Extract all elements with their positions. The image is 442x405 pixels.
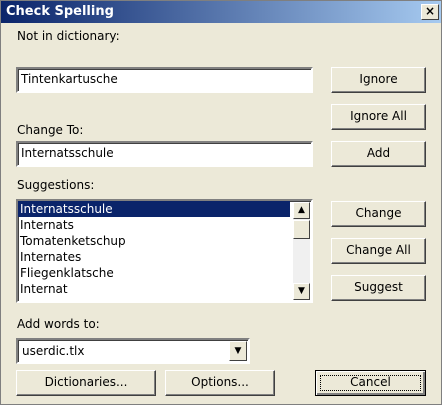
check-spelling-dialog: Check Spelling × Not in dictionary: Tint… (0, 0, 442, 405)
focus-rectangle (320, 375, 421, 391)
change-all-button[interactable]: Change All (331, 238, 426, 264)
dictionary-file-value: userdic.tlx (22, 344, 85, 358)
suggestion-item[interactable]: Internat (18, 281, 290, 297)
suggestion-item[interactable]: Internates (18, 249, 290, 265)
suggestion-item[interactable]: Internatsschule (18, 201, 290, 217)
suggestions-list[interactable]: Internatsschule Internats Tomatenketschu… (16, 199, 313, 303)
suggest-button[interactable]: Suggest (331, 275, 426, 301)
change-to-label: Change To: (17, 123, 84, 137)
add-words-to-dropdown[interactable]: userdic.tlx ▼ (16, 338, 250, 364)
add-words-to-label: Add words to: (17, 317, 100, 331)
dictionaries-button[interactable]: Dictionaries... (16, 370, 156, 396)
scrollbar-thumb[interactable] (293, 220, 310, 239)
scroll-down-icon[interactable]: ▼ (293, 283, 310, 300)
options-button[interactable]: Options... (165, 370, 275, 396)
suggestion-item[interactable]: Tomatenketschup (18, 233, 290, 249)
not-in-dictionary-label: Not in dictionary: (17, 29, 120, 43)
add-button[interactable]: Add (331, 141, 426, 167)
ignore-button[interactable]: Ignore (331, 67, 426, 93)
suggestion-item[interactable]: Internats (18, 217, 290, 233)
suggestions-label: Suggestions: (17, 178, 95, 192)
suggestion-item[interactable]: Fliegenklatsche (18, 265, 290, 281)
suggestions-scrollbar[interactable]: ▲ ▼ (293, 202, 310, 300)
not-in-dictionary-field[interactable]: Tintenkartusche (16, 67, 313, 93)
change-button[interactable]: Change (331, 201, 426, 227)
change-to-field[interactable]: Internatsschule (16, 141, 313, 167)
close-icon[interactable]: × (421, 4, 439, 20)
chevron-down-icon[interactable]: ▼ (229, 341, 247, 361)
title-bar: Check Spelling × (1, 1, 441, 23)
cancel-button[interactable]: Cancel (315, 370, 426, 396)
ignore-all-button[interactable]: Ignore All (331, 104, 426, 130)
dialog-title: Check Spelling (6, 4, 114, 19)
scroll-up-icon[interactable]: ▲ (293, 202, 310, 219)
